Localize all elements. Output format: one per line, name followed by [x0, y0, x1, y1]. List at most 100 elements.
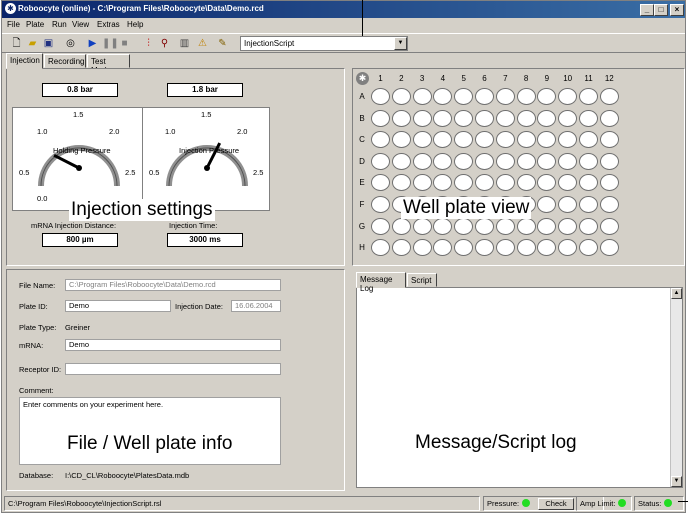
well-A9[interactable]	[537, 88, 557, 105]
well-H2[interactable]	[391, 239, 411, 257]
well-B5[interactable]	[454, 109, 474, 127]
well-A6[interactable]	[475, 88, 494, 105]
well-B4[interactable]	[433, 109, 453, 127]
well-D7[interactable]	[495, 152, 515, 170]
file-name-field[interactable]: C:\Program Files\Roboocyte\Data\Demo.rcd	[65, 279, 281, 291]
script-icon[interactable]: ✎	[216, 37, 229, 50]
minimize-button[interactable]: _	[640, 4, 654, 16]
well-C1[interactable]	[371, 131, 390, 149]
column-header-10[interactable]: 10	[558, 74, 577, 83]
well-H5[interactable]	[454, 239, 474, 257]
scroll-down-icon[interactable]: ▼	[671, 476, 682, 487]
well-B2[interactable]	[391, 109, 411, 127]
well-H12[interactable]	[599, 239, 619, 257]
well-B7[interactable]	[495, 109, 515, 127]
warning-icon[interactable]: ⚠	[196, 37, 209, 50]
well-B12[interactable]	[599, 109, 619, 127]
well-E11[interactable]	[579, 174, 598, 192]
menu-view[interactable]: View	[72, 20, 89, 29]
well-E4[interactable]	[433, 174, 453, 192]
well-B10[interactable]	[558, 109, 578, 127]
close-button[interactable]: ×	[670, 4, 684, 16]
row-header-C[interactable]: C	[357, 135, 367, 144]
well-A5[interactable]	[454, 88, 474, 105]
play-icon[interactable]: ▶	[86, 37, 99, 50]
well-G2[interactable]	[391, 217, 411, 235]
well-A10[interactable]	[558, 88, 578, 105]
well-E9[interactable]	[537, 174, 557, 192]
well-C9[interactable]	[537, 131, 557, 149]
well-H9[interactable]	[537, 239, 557, 257]
well-G7[interactable]	[495, 217, 515, 235]
column-header-5[interactable]: 5	[454, 74, 473, 83]
well-F12[interactable]	[599, 196, 619, 213]
column-header-6[interactable]: 6	[475, 74, 494, 83]
row-header-E[interactable]: E	[357, 178, 367, 187]
row-header-A[interactable]: A	[357, 92, 367, 101]
tab-injection[interactable]: Injection	[6, 53, 43, 69]
well-F1[interactable]	[371, 196, 390, 213]
well-G4[interactable]	[433, 217, 453, 235]
well-B6[interactable]	[475, 109, 494, 127]
menu-extras[interactable]: Extras	[97, 20, 120, 29]
tab-test-mode[interactable]: Test Mode	[87, 54, 130, 75]
column-header-7[interactable]: 7	[496, 74, 515, 83]
well-E2[interactable]	[391, 174, 411, 192]
well-D9[interactable]	[537, 152, 557, 170]
well-B8[interactable]	[516, 109, 536, 127]
well-D10[interactable]	[558, 152, 578, 170]
well-C10[interactable]	[558, 131, 578, 149]
column-header-11[interactable]: 11	[579, 74, 598, 83]
well-G1[interactable]	[371, 217, 390, 235]
row-header-G[interactable]: G	[357, 222, 367, 231]
well-E5[interactable]	[454, 174, 474, 192]
well-A3[interactable]	[412, 88, 432, 105]
well-G9[interactable]	[537, 217, 557, 235]
well-H7[interactable]	[495, 239, 515, 257]
well-F11[interactable]	[579, 196, 598, 213]
target-icon[interactable]: ◎	[64, 37, 77, 50]
well-D1[interactable]	[371, 152, 390, 170]
log-scrollbar[interactable]: ▲ ▼	[670, 288, 682, 487]
column-header-1[interactable]: 1	[371, 74, 390, 83]
chart-magnify-icon[interactable]: ⚲	[158, 37, 171, 50]
row-header-H[interactable]: H	[357, 243, 367, 252]
well-B1[interactable]	[371, 109, 390, 127]
well-D5[interactable]	[454, 152, 474, 170]
well-D12[interactable]	[599, 152, 619, 170]
tab-message-log[interactable]: Message Log	[356, 272, 406, 293]
well-E6[interactable]	[475, 174, 494, 192]
well-D6[interactable]	[475, 152, 494, 170]
tab-script[interactable]: Script	[407, 273, 437, 287]
check-button[interactable]: Check	[538, 498, 574, 510]
well-B3[interactable]	[412, 109, 432, 127]
chart-icon[interactable]: ⫶	[142, 37, 155, 50]
well-E12[interactable]	[599, 174, 619, 192]
well-E8[interactable]	[516, 174, 536, 192]
well-D3[interactable]	[412, 152, 432, 170]
well-A7[interactable]	[495, 88, 515, 105]
well-D2[interactable]	[391, 152, 411, 170]
well-F9[interactable]	[537, 196, 557, 213]
column-header-2[interactable]: 2	[392, 74, 411, 83]
pause-icon[interactable]: ❚❚	[102, 37, 119, 50]
well-C4[interactable]	[433, 131, 453, 149]
well-D4[interactable]	[433, 152, 453, 170]
mrna-field[interactable]: Demo	[65, 339, 281, 351]
column-header-9[interactable]: 9	[537, 74, 556, 83]
maximize-button[interactable]: □	[654, 4, 668, 16]
well-A4[interactable]	[433, 88, 453, 105]
well-H10[interactable]	[558, 239, 578, 257]
menu-plate[interactable]: Plate	[26, 20, 44, 29]
plate-id-field[interactable]: Demo	[65, 300, 171, 312]
column-header-4[interactable]: 4	[433, 74, 452, 83]
well-E7[interactable]	[495, 174, 515, 192]
well-C5[interactable]	[454, 131, 474, 149]
menu-help[interactable]: Help	[127, 20, 143, 29]
well-D8[interactable]	[516, 152, 536, 170]
distance-readout[interactable]: 800 µm	[42, 233, 118, 247]
well-G8[interactable]	[516, 217, 536, 235]
well-C3[interactable]	[412, 131, 432, 149]
scroll-up-icon[interactable]: ▲	[671, 288, 682, 299]
row-header-D[interactable]: D	[357, 157, 367, 166]
